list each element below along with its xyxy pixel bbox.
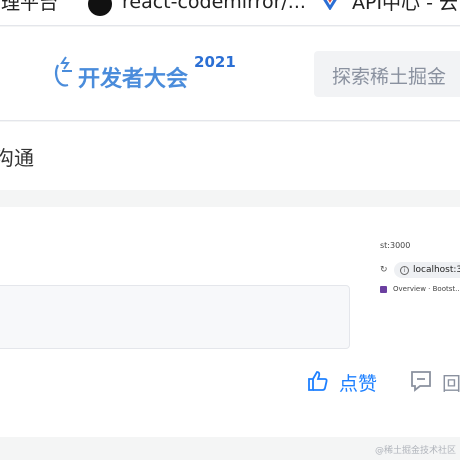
github-icon — [88, 0, 112, 16]
refresh-icon: ↻ — [380, 265, 388, 275]
logo-year: 2021 — [194, 53, 236, 71]
bootstrap-icon — [380, 285, 387, 293]
bookmark-label: API中心 - 云 — [352, 0, 458, 14]
bookmarks-bar: 管理平台 react-codemirror/... API中心 - 云 — [0, 0, 460, 26]
comment-input[interactable] — [0, 285, 350, 349]
thumbnail-url: st:3000 — [380, 241, 411, 250]
thumbnail-host: localhost:30 — [413, 265, 460, 275]
thumbnail-address-row: ↻ i localhost:30 — [380, 262, 460, 278]
bookmark-api-center[interactable]: API中心 - 云 — [318, 0, 458, 15]
content-card: st:3000 ↻ i localhost:30 Overview · Boot… — [0, 207, 460, 437]
logo-text: 开发者大会 — [78, 67, 189, 92]
thumbnail-tab-row: Overview · Bootst... — [380, 285, 460, 293]
sub-nav: 沟通 — [0, 122, 460, 190]
bookmark-admin-platform[interactable]: 管理平台 — [0, 0, 58, 15]
thumbnail-tab-title: Overview · Bootst... — [393, 285, 460, 293]
comment-icon — [410, 370, 432, 396]
bookmark-react-codemirror[interactable]: react-codemirror/... — [88, 0, 306, 16]
search-input[interactable]: 探索稀土掘金 — [314, 51, 460, 97]
page: 管理平台 react-codemirror/... API中心 - 云 — [0, 0, 460, 460]
comment-button[interactable]: 回 — [410, 369, 460, 396]
comment-label: 回 — [442, 373, 460, 395]
search-placeholder: 探索稀土掘金 — [332, 66, 447, 88]
watermark: @稀土掘金技术社区 — [374, 446, 456, 456]
thumbs-up-icon — [307, 370, 329, 396]
info-icon: i — [400, 265, 409, 275]
address-pill: i localhost:30 — [394, 262, 460, 278]
site-header: 开发者大会 2021 探索稀土掘金 — [0, 27, 460, 121]
like-button[interactable]: 点赞 — [307, 369, 377, 396]
bookmark-label: react-codemirror/... — [122, 0, 306, 13]
logo-icon — [52, 55, 78, 89]
like-label: 点赞 — [339, 373, 378, 395]
screenshot-thumbnail[interactable]: st:3000 ↻ i localhost:30 Overview · Boot… — [376, 235, 460, 305]
conference-logo[interactable]: 开发者大会 2021 — [52, 53, 236, 93]
api-icon — [318, 0, 342, 15]
subnav-item[interactable]: 沟通 — [0, 142, 34, 171]
bookmark-label: 管理平台 — [0, 0, 59, 14]
